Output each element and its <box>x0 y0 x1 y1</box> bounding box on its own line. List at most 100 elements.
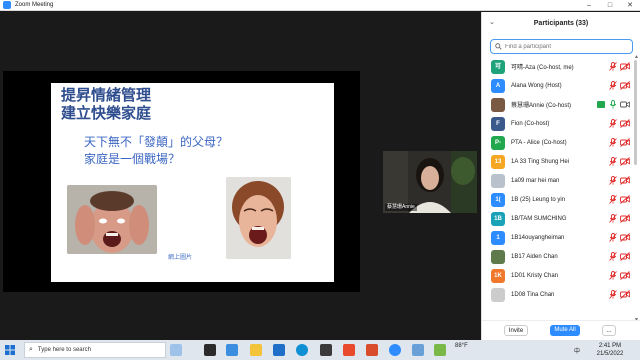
powerpoint-icon[interactable] <box>366 344 378 356</box>
participant-name: 1D08 Tina Chan <box>511 291 555 298</box>
participant-search[interactable] <box>490 39 633 54</box>
participant-name: Alana Wong (Host) <box>511 82 562 89</box>
video-off-icon[interactable] <box>620 176 630 185</box>
file-explorer-icon[interactable] <box>250 344 262 356</box>
slide-title-line2: 建立快樂家庭 <box>61 104 152 122</box>
avatar: 1K <box>491 268 505 283</box>
system-clock[interactable]: 2:41 PM 21/5/2022 <box>590 342 630 358</box>
avatar: P- <box>491 135 505 150</box>
chevron-down-icon[interactable]: ⌄ <box>489 18 495 26</box>
mic-muted-icon[interactable] <box>609 252 617 261</box>
participant-row[interactable]: 可可晴-Aza (Co-host, me) <box>482 57 633 76</box>
mic-muted-icon[interactable] <box>609 290 617 299</box>
more-button[interactable]: ... <box>602 325 616 336</box>
search-input[interactable] <box>505 43 625 50</box>
participant-video-tile[interactable]: 蔡慧珊Annie <box>383 151 477 213</box>
video-off-icon[interactable] <box>620 157 630 166</box>
video-off-icon[interactable] <box>620 81 630 90</box>
participant-row[interactable]: F Fion (Co-host) <box>482 114 633 133</box>
participant-row[interactable]: 1D08 Tina Chan <box>482 285 633 304</box>
photos-icon[interactable] <box>412 344 424 356</box>
video-off-icon[interactable] <box>620 138 630 147</box>
mic-icon[interactable] <box>609 100 617 109</box>
clock-date: 21/5/2022 <box>596 351 624 357</box>
participant-row[interactable]: 1K 1D01 Kristy Chan <box>482 266 633 285</box>
participant-row[interactable]: 13 1A 33 Ting Shung Hei <box>482 152 633 171</box>
mic-muted-icon[interactable] <box>609 138 617 147</box>
search-highlight-icon[interactable] <box>170 344 182 356</box>
input-language[interactable]: 中 <box>574 346 580 355</box>
minimize-button[interactable]: – <box>581 0 597 11</box>
avatar: A <box>491 78 505 93</box>
video-off-icon[interactable] <box>620 290 630 299</box>
slide-question1: 天下無不「發顛」的父母？ <box>84 135 229 149</box>
zoom-taskbar-icon[interactable] <box>389 344 401 356</box>
participant-name: 1B17 Aiden Chan <box>511 253 558 260</box>
avatar: F <box>491 116 505 131</box>
task-view-icon[interactable] <box>204 344 216 356</box>
participant-row[interactable]: A Alana Wong (Host) <box>482 76 633 95</box>
participant-row[interactable]: P- PTA - Alice (Co-host) <box>482 133 633 152</box>
avatar: 1 <box>491 230 505 245</box>
close-button[interactable]: ✕ <box>622 0 638 11</box>
participant-name: 1B/TAM SUMCHING <box>511 215 567 222</box>
shared-screen: 提昇情緒管理 建立快樂家庭 天下無不「發顛」的父母？ 家庭是一個戰場？ 網上圖片 <box>3 71 360 292</box>
edge-icon[interactable] <box>296 344 308 356</box>
participant-name: 蔡慧珊Annie (Co-host) <box>511 103 572 109</box>
video-off-icon[interactable] <box>620 233 630 242</box>
weather-icon[interactable] <box>434 344 446 356</box>
avatar: 可 <box>491 59 505 74</box>
mic-muted-icon[interactable] <box>609 157 617 166</box>
window-titlebar: Zoom Meeting – □ ✕ <box>0 0 640 11</box>
participant-row[interactable]: 蔡慧珊Annie (Co-host) <box>482 95 633 114</box>
participant-name: 可晴-Aza (Co-host, me) <box>511 65 574 71</box>
video-off-icon[interactable] <box>620 214 630 223</box>
maximize-button[interactable]: □ <box>602 0 618 11</box>
participant-row[interactable]: 1 1B14ouyangheiman <box>482 228 633 247</box>
widgets-icon[interactable] <box>226 344 238 356</box>
mail-icon[interactable] <box>273 344 285 356</box>
video-off-icon[interactable] <box>620 119 630 128</box>
video-off-icon[interactable] <box>620 252 630 261</box>
video-off-icon[interactable] <box>620 62 630 71</box>
participant-row[interactable]: 1(1B (25) Leung to yin <box>482 190 633 209</box>
screen-share-icon <box>597 101 605 108</box>
participant-row[interactable]: 1a09 mar hei man <box>482 171 633 190</box>
video-off-icon[interactable] <box>620 195 630 204</box>
video-icon[interactable] <box>620 100 630 109</box>
windows-start-icon[interactable] <box>5 345 15 355</box>
participant-name: 1D01 Kristy Chan <box>511 272 559 279</box>
screaming-woman-image <box>226 177 291 259</box>
scrollbar-thumb[interactable] <box>634 60 637 165</box>
office-icon[interactable] <box>343 344 355 356</box>
participants-header: ⌄ Participants (33) <box>482 12 640 34</box>
weather-temp[interactable]: 88°F <box>455 343 468 349</box>
search-icon: ⌕ <box>29 346 33 353</box>
zoom-app-icon <box>3 1 11 9</box>
mute-all-button[interactable]: Mute All <box>550 325 580 336</box>
mic-muted-icon[interactable] <box>609 195 617 204</box>
mic-muted-icon[interactable] <box>609 81 617 90</box>
participant-name: PTA - Alice (Co-host) <box>511 139 567 146</box>
participant-name: 1B (25) Leung to yin <box>511 196 566 203</box>
avatar <box>491 287 505 302</box>
mic-muted-icon[interactable] <box>609 119 617 128</box>
mic-muted-icon[interactable] <box>609 271 617 280</box>
participant-name: 1A 33 Ting Shung Hei <box>511 158 570 165</box>
slide-image-caption: 網上圖片 <box>168 255 193 261</box>
mic-muted-icon[interactable] <box>609 233 617 242</box>
slide-question2: 家庭是一個戰場？ <box>84 152 181 166</box>
avatar: 1B <box>491 211 505 226</box>
participant-row[interactable]: 1B 1B/TAM SUMCHING <box>482 209 633 228</box>
invite-button[interactable]: Invite <box>504 325 528 336</box>
avatar: 13 <box>491 154 505 169</box>
participant-row[interactable]: 1B17 Aiden Chan <box>482 247 633 266</box>
presentation-slide: 提昇情緒管理 建立快樂家庭 天下無不「發顛」的父母？ 家庭是一個戰場？ 網上圖片 <box>51 83 334 282</box>
taskbar-search[interactable]: ⌕ Type here to search <box>24 342 166 358</box>
store-icon[interactable] <box>320 344 332 356</box>
video-off-icon[interactable] <box>620 271 630 280</box>
mic-muted-icon[interactable] <box>609 176 617 185</box>
mic-muted-icon[interactable] <box>609 214 617 223</box>
mic-muted-icon[interactable] <box>609 62 617 71</box>
avatar <box>491 97 505 112</box>
